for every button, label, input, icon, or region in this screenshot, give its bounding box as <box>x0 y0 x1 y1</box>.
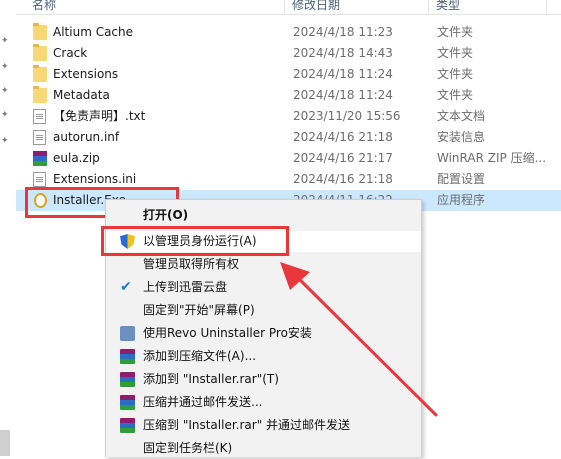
file-type: 文件夹 <box>437 67 474 81</box>
revo-uninstaller-icon <box>120 326 135 341</box>
column-divider[interactable] <box>284 0 285 14</box>
file-type: 文件夹 <box>437 46 474 60</box>
menu-item-open[interactable]: 打开(O) <box>106 205 421 226</box>
text-file-icon <box>33 109 46 124</box>
file-name: 【免责声明】.txt <box>53 109 146 123</box>
file-type: 配置设置 <box>437 172 486 186</box>
winrar-icon <box>120 349 135 364</box>
scrollbar-thumb[interactable] <box>0 430 10 456</box>
folder-icon <box>33 65 47 82</box>
menu-item-revo-install[interactable]: 使用Revo Uninstaller Pro安装 <box>106 323 421 344</box>
file-name: autorun.inf <box>53 130 120 144</box>
file-date: 2024/4/16 21:18 <box>293 172 393 186</box>
file-type: 文本文档 <box>437 109 486 123</box>
menu-item-label: 添加到 "Installer.rar"(T) <box>143 372 279 386</box>
quick-access-strip: ✦ ✦ ✦ ✦ ✦ <box>0 0 16 456</box>
menu-item-pin-start[interactable]: 固定到"开始"屏幕(P) <box>106 300 421 321</box>
menu-item-label: 上传到迅雷云盘 <box>143 280 228 294</box>
menu-item-label: 使用Revo Uninstaller Pro安装 <box>143 326 312 340</box>
folder-icon <box>33 86 47 103</box>
column-divider[interactable] <box>546 0 547 14</box>
file-list: Altium Cache 2024/4/18 11:23 文件夹 Crack 2… <box>16 22 561 211</box>
menu-item-compress-rar-email[interactable]: 压缩到 "Installer.rar" 并通过邮件发送 <box>106 415 421 436</box>
pin-icon[interactable]: ✦ <box>1 62 11 72</box>
pin-icon[interactable]: ✦ <box>1 110 11 120</box>
settings-file-icon <box>33 172 46 187</box>
file-name: Extensions <box>53 67 119 81</box>
menu-item-label: 打开(O) <box>143 208 189 222</box>
file-name: Altium Cache <box>53 25 134 39</box>
annotation-box-run-as-admin <box>101 226 289 256</box>
column-divider[interactable] <box>428 0 429 14</box>
column-name[interactable]: 名称 <box>32 0 56 13</box>
menu-item-label: 固定到"开始"屏幕(P) <box>143 303 255 317</box>
pin-icon[interactable]: ✦ <box>1 86 11 96</box>
file-row[interactable]: 【免责声明】.txt 2023/11/20 15:56 文本文档 <box>16 106 561 127</box>
pin-icon[interactable]: ✦ <box>1 36 11 46</box>
file-type: 文件夹 <box>437 88 474 102</box>
winrar-icon <box>120 372 135 387</box>
file-row[interactable]: Altium Cache 2024/4/18 11:23 文件夹 <box>16 22 561 43</box>
folder-icon <box>33 23 47 40</box>
file-type: 应用程序 <box>437 193 486 207</box>
thunder-cloud-icon: ✔ <box>120 279 132 295</box>
file-name: Metadata <box>53 88 110 102</box>
winrar-zip-icon <box>33 151 47 166</box>
file-type: 安装信息 <box>437 130 486 144</box>
file-row[interactable]: Metadata 2024/4/18 11:24 文件夹 <box>16 85 561 106</box>
winrar-icon <box>120 418 135 433</box>
file-row[interactable]: Extensions 2024/4/18 11:24 文件夹 <box>16 64 561 85</box>
menu-item-take-ownership[interactable]: 管理员取得所有权 <box>106 254 421 275</box>
menu-item-label: 添加到压缩文件(A)... <box>143 349 257 363</box>
file-date: 2024/4/18 14:43 <box>293 46 393 60</box>
file-date: 2023/11/20 15:56 <box>293 109 401 123</box>
file-name: eula.zip <box>53 151 100 165</box>
menu-item-upload-thunder[interactable]: ✔ 上传到迅雷云盘 <box>106 277 421 298</box>
menu-item-add-installer-rar[interactable]: 添加到 "Installer.rar"(T) <box>106 369 421 390</box>
file-date: 2024/4/18 11:23 <box>293 25 393 39</box>
folder-icon <box>33 44 47 61</box>
file-date: 2024/4/18 11:24 <box>293 88 393 102</box>
winrar-icon <box>120 395 135 410</box>
file-row[interactable]: Crack 2024/4/18 14:43 文件夹 <box>16 43 561 64</box>
file-name: Crack <box>53 46 88 60</box>
file-row[interactable]: autorun.inf 2024/4/16 21:18 安装信息 <box>16 127 561 148</box>
file-type: WinRAR ZIP 压缩... <box>437 151 547 165</box>
menu-item-add-archive[interactable]: 添加到压缩文件(A)... <box>106 346 421 367</box>
column-header: 名称 修改日期 类型 <box>16 0 561 15</box>
file-date: 2024/4/16 21:17 <box>293 151 393 165</box>
file-date: 2024/4/18 11:24 <box>293 67 393 81</box>
menu-item-label: 管理员取得所有权 <box>143 257 240 271</box>
column-date[interactable]: 修改日期 <box>292 0 340 13</box>
menu-item-label: 压缩到 "Installer.rar" 并通过邮件发送 <box>143 418 351 432</box>
column-type[interactable]: 类型 <box>436 0 460 13</box>
menu-item-label: 压缩并通过邮件发送... <box>143 395 263 409</box>
pin-icon[interactable]: ✦ <box>1 136 11 146</box>
file-date: 2024/4/16 21:18 <box>293 130 393 144</box>
settings-file-icon <box>33 130 46 145</box>
file-type: 文件夹 <box>437 25 474 39</box>
file-row[interactable]: eula.zip 2024/4/16 21:17 WinRAR ZIP 压缩..… <box>16 148 561 169</box>
menu-item-compress-email[interactable]: 压缩并通过邮件发送... <box>106 392 421 413</box>
